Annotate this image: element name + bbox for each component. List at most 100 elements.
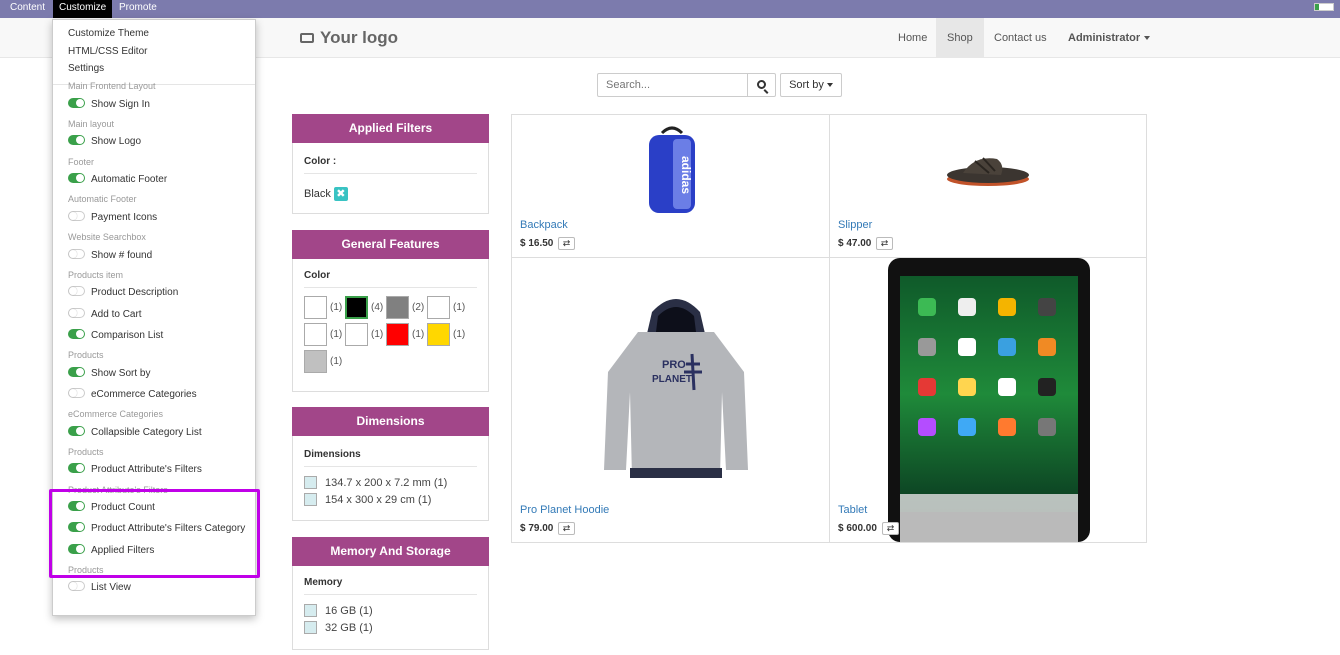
camera-icon bbox=[300, 33, 314, 43]
product-name[interactable]: Slipper bbox=[838, 219, 872, 231]
toggle-switch[interactable] bbox=[68, 581, 85, 592]
status-indicator bbox=[1314, 3, 1334, 11]
swatch-count: (2) bbox=[412, 302, 425, 313]
menu-html-css-editor[interactable]: HTML/CSS Editor bbox=[68, 46, 147, 57]
compare-icon[interactable]: ⇄ bbox=[558, 237, 575, 250]
nav-shop[interactable]: Shop bbox=[936, 18, 984, 58]
color-swatch[interactable] bbox=[304, 323, 327, 346]
product-price: $ 600.00 bbox=[838, 523, 877, 534]
close-icon[interactable]: ✖ bbox=[333, 187, 348, 201]
option-toggle-row[interactable]: List View bbox=[68, 581, 131, 594]
color-swatch[interactable] bbox=[345, 296, 368, 319]
admin-label: Administrator bbox=[1068, 32, 1141, 44]
option-label: Show Sign In bbox=[91, 99, 150, 110]
dimension-option[interactable]: 134.7 x 200 x 7.2 mm (1) bbox=[293, 475, 488, 492]
menu-settings[interactable]: Settings bbox=[68, 63, 104, 74]
option-label: Comparison List bbox=[91, 330, 164, 341]
checkbox[interactable] bbox=[304, 620, 317, 634]
option-toggle-row[interactable]: Payment Icons bbox=[68, 211, 157, 224]
toggle-switch[interactable] bbox=[68, 426, 85, 437]
toggle-switch[interactable] bbox=[68, 286, 85, 297]
color-swatch[interactable] bbox=[345, 323, 368, 346]
toggle-switch[interactable] bbox=[68, 329, 85, 340]
option-label: List View bbox=[91, 582, 131, 593]
option-toggle-row[interactable]: Show # found bbox=[68, 249, 152, 262]
option-label: 32 GB (1) bbox=[325, 622, 373, 634]
topbar-content-menu[interactable]: Content bbox=[4, 0, 51, 18]
nav-administrator[interactable]: Administrator bbox=[1057, 18, 1161, 58]
topbar-customize-menu[interactable]: Customize bbox=[53, 0, 113, 18]
color-swatch[interactable] bbox=[427, 323, 450, 346]
divider bbox=[304, 594, 477, 595]
app-icon bbox=[958, 418, 976, 436]
toggle-switch[interactable] bbox=[68, 98, 85, 109]
option-group-header: Products bbox=[68, 350, 104, 360]
checkbox[interactable] bbox=[304, 603, 317, 617]
app-icon bbox=[998, 338, 1016, 356]
nav-home[interactable]: Home bbox=[887, 18, 938, 58]
toggle-switch[interactable] bbox=[68, 211, 85, 222]
option-toggle-row[interactable]: Collapsible Category List bbox=[68, 426, 202, 439]
option-toggle-row[interactable]: Show Sort by bbox=[68, 367, 150, 380]
option-toggle-row[interactable]: Product Description bbox=[68, 286, 178, 299]
site-logo[interactable]: Your logo bbox=[300, 28, 398, 48]
admin-topbar: Content Customize Promote bbox=[0, 0, 1340, 18]
color-swatch[interactable] bbox=[304, 350, 327, 373]
app-icon bbox=[918, 418, 936, 436]
app-icon bbox=[1038, 418, 1056, 436]
option-toggle-row[interactable]: eCommerce Categories bbox=[68, 388, 197, 401]
option-label: Automatic Footer bbox=[91, 174, 168, 185]
checkbox[interactable] bbox=[304, 475, 317, 489]
color-swatch[interactable] bbox=[386, 323, 409, 346]
checkbox[interactable] bbox=[304, 492, 317, 506]
app-icon bbox=[918, 298, 936, 316]
option-toggle-row[interactable]: Add to Cart bbox=[68, 308, 142, 321]
topbar-promote-menu[interactable]: Promote bbox=[113, 0, 163, 18]
swatch-count: (1) bbox=[330, 356, 343, 367]
toggle-switch[interactable] bbox=[68, 249, 85, 260]
product-card[interactable]: adidas Backpack $ 16.50 ⇄ bbox=[512, 115, 830, 258]
sort-label: Sort by bbox=[789, 79, 824, 91]
product-grid: adidas Backpack $ 16.50 ⇄ Slipper $ 47.0… bbox=[511, 114, 1147, 543]
toggle-switch[interactable] bbox=[68, 463, 85, 474]
memory-option[interactable]: 16 GB (1) bbox=[293, 603, 488, 620]
toggle-switch[interactable] bbox=[68, 308, 85, 319]
search-button[interactable] bbox=[747, 73, 776, 97]
toggle-switch[interactable] bbox=[68, 173, 85, 184]
app-icon bbox=[918, 378, 936, 396]
toggle-switch[interactable] bbox=[68, 367, 85, 378]
product-card[interactable]: PRO PLANET Pro Planet Hoodie $ 79.00 ⇄ bbox=[512, 258, 830, 542]
applied-filter-chip: Black ✖ bbox=[293, 187, 488, 201]
sort-by-button[interactable]: Sort by bbox=[780, 73, 842, 97]
highlight-annotation-box bbox=[49, 489, 260, 578]
svg-text:PRO: PRO bbox=[662, 359, 686, 371]
option-toggle-row[interactable]: Comparison List bbox=[68, 329, 164, 342]
product-name[interactable]: Pro Planet Hoodie bbox=[520, 504, 609, 516]
nav-contact[interactable]: Contact us bbox=[983, 18, 1058, 58]
compare-icon[interactable]: ⇄ bbox=[876, 237, 893, 250]
toggle-switch[interactable] bbox=[68, 135, 85, 146]
color-swatch[interactable] bbox=[386, 296, 409, 319]
dimension-option[interactable]: 154 x 300 x 29 cm (1) bbox=[293, 492, 488, 509]
option-toggle-row[interactable]: Show Logo bbox=[68, 135, 141, 148]
toggle-switch[interactable] bbox=[68, 388, 85, 399]
option-toggle-row[interactable]: Product Attribute's Filters bbox=[68, 463, 202, 476]
menu-customize-theme[interactable]: Customize Theme bbox=[68, 28, 149, 39]
option-group-header: Main layout bbox=[68, 119, 115, 129]
search-input[interactable] bbox=[597, 73, 748, 97]
color-swatch[interactable] bbox=[427, 296, 450, 319]
option-toggle-row[interactable]: Show Sign In bbox=[68, 98, 150, 111]
product-card[interactable]: Tablet $ 600.00 ⇄ bbox=[830, 258, 1147, 542]
compare-icon[interactable]: ⇄ bbox=[558, 522, 575, 535]
option-toggle-row[interactable]: Automatic Footer bbox=[68, 173, 168, 186]
compare-icon[interactable]: ⇄ bbox=[882, 522, 899, 535]
product-name[interactable]: Tablet bbox=[838, 504, 867, 516]
product-name[interactable]: Backpack bbox=[520, 219, 568, 231]
color-swatch[interactable] bbox=[304, 296, 327, 319]
option-label: Collapsible Category List bbox=[91, 427, 202, 438]
product-card[interactable]: Slipper $ 47.00 ⇄ bbox=[830, 115, 1147, 258]
memory-option[interactable]: 32 GB (1) bbox=[293, 620, 488, 637]
option-group-header: Automatic Footer bbox=[68, 194, 137, 204]
backpack-image: adidas bbox=[649, 126, 695, 213]
app-icon bbox=[958, 298, 976, 316]
